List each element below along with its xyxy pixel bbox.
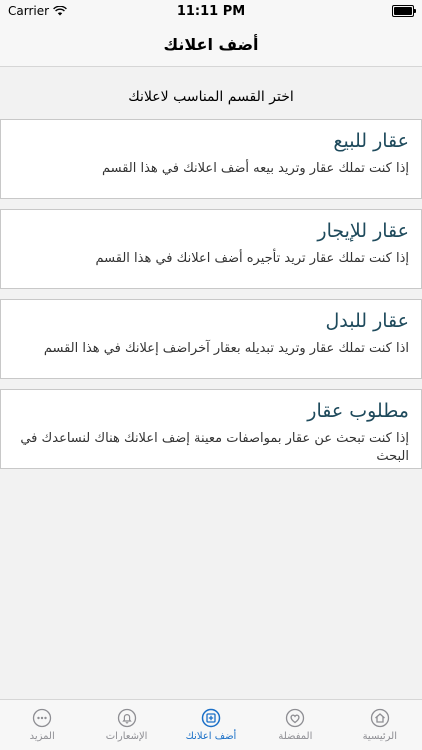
category-description: اذا كنت تملك عقار وتريد تبديله بعقار آخر… — [43, 341, 409, 356]
bell-icon — [117, 708, 136, 728]
heart-icon — [286, 708, 305, 728]
category-description: إذا كنت تبحث عن عقار بمواصفات معينة إضف … — [20, 431, 409, 465]
tab-label: الإشعارات — [105, 731, 148, 742]
status-bar: Carrier 11:11 PM — [0, 0, 422, 22]
category-title: عقار للإيجار — [317, 220, 409, 242]
battery-icon — [392, 5, 416, 17]
tab-add-ad[interactable]: أضف اعلانك — [169, 700, 253, 750]
more-icon — [33, 708, 52, 728]
add-ad-icon — [201, 708, 221, 728]
category-title: مطلوب عقار — [307, 400, 409, 422]
tab-more[interactable]: المزيد — [0, 700, 84, 750]
category-description: إذا كنت تملك عقار تريد تأجيره أضف اعلانك… — [95, 251, 409, 266]
category-title: عقار للبيع — [333, 130, 409, 152]
category-title: عقار للبدل — [325, 310, 409, 332]
nav-bar: أضف اعلانك — [0, 22, 422, 67]
tab-bar: الرئيسية المفضلة أضف اعلانك الإشعارات ال… — [0, 699, 422, 750]
home-icon — [370, 708, 389, 728]
category-card-sale[interactable]: عقار للبيع إذا كنت تملك عقار وتريد بيعه … — [0, 119, 422, 199]
category-list: عقار للبيع إذا كنت تملك عقار وتريد بيعه … — [0, 119, 422, 469]
tab-label: المزيد — [29, 731, 55, 742]
section-prompt: اختر القسم المناسب لاعلانك — [128, 89, 294, 105]
category-card-exchange[interactable]: عقار للبدل اذا كنت تملك عقار وتريد تبديل… — [0, 299, 422, 379]
category-description: إذا كنت تملك عقار وتريد بيعه أضف اعلانك … — [101, 161, 409, 176]
tab-label: أضف اعلانك — [185, 731, 237, 742]
category-card-wanted[interactable]: مطلوب عقار إذا كنت تبحث عن عقار بمواصفات… — [0, 389, 422, 469]
tab-notifications[interactable]: الإشعارات — [84, 700, 168, 750]
tab-favorites[interactable]: المفضلة — [253, 700, 337, 750]
battery-indicator — [392, 5, 416, 17]
tab-home[interactable]: الرئيسية — [338, 700, 422, 750]
page-title: أضف اعلانك — [163, 34, 259, 54]
tab-label: الرئيسية — [362, 731, 398, 742]
clock: 11:11 PM — [176, 4, 246, 19]
tab-label: المفضلة — [278, 731, 313, 742]
category-card-rent[interactable]: عقار للإيجار إذا كنت تملك عقار تريد تأجي… — [0, 209, 422, 289]
